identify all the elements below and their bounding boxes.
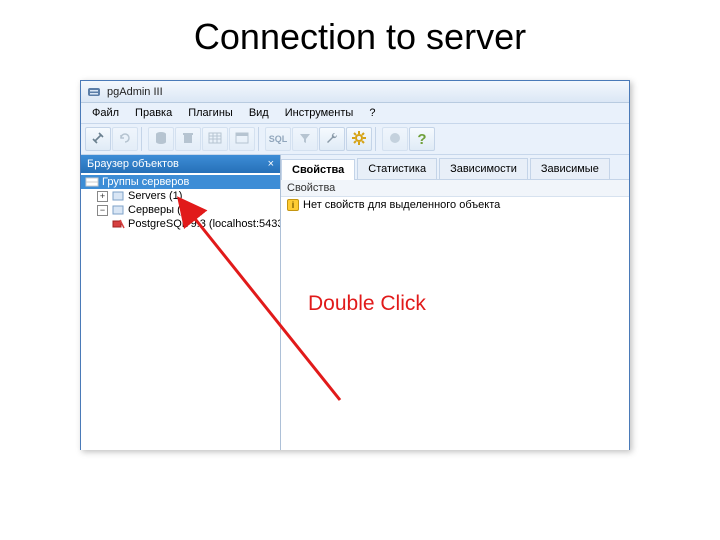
toolbar-separator	[258, 127, 262, 151]
details-tabs: Свойства Статистика Зависимости Зависимы…	[281, 155, 629, 180]
globe-icon	[387, 130, 403, 149]
toolbar: SQL ?	[81, 124, 629, 155]
menu-tools[interactable]: Инструменты	[278, 105, 361, 121]
pgadmin-window: pgAdmin III Файл Правка Плагины Вид Инст…	[80, 80, 630, 450]
toolbar-separator	[141, 127, 145, 151]
menubar: Файл Правка Плагины Вид Инструменты ?	[81, 103, 629, 124]
tab-dependencies[interactable]: Зависимости	[439, 158, 528, 179]
servers-icon	[111, 204, 125, 216]
tool-filter[interactable]	[292, 127, 318, 151]
object-browser-panel: Браузер объектов × Группы серверов +	[81, 155, 281, 450]
tree-root-server-groups[interactable]: Группы серверов	[81, 175, 280, 189]
tree-node-servers-ru[interactable]: − Серверы (1)	[81, 203, 280, 217]
tool-help[interactable]: ?	[409, 127, 435, 151]
panel-title: Браузер объектов	[87, 158, 179, 170]
gear-icon	[351, 130, 367, 149]
tool-globe[interactable]	[382, 127, 408, 151]
tree-label: Группы серверов	[102, 176, 189, 188]
menu-plugins[interactable]: Плагины	[181, 105, 240, 121]
tree-expander[interactable]: +	[97, 191, 108, 202]
app-icon	[87, 85, 101, 99]
server-group-icon	[85, 176, 99, 188]
tree-expander[interactable]: −	[97, 205, 108, 216]
tool-settings[interactable]	[346, 127, 372, 151]
tab-properties[interactable]: Свойства	[281, 159, 355, 180]
properties-empty-row: i Нет свойств для выделенного объекта	[287, 199, 623, 211]
tree-node-servers-en[interactable]: + Servers (1)	[81, 189, 280, 203]
tree-label: Серверы (1)	[128, 204, 191, 216]
wrench-icon	[324, 130, 340, 149]
tree-label: PostgreSQL 9.3 (localhost:5433)	[128, 218, 280, 230]
tab-statistics[interactable]: Статистика	[357, 158, 437, 179]
tool-properties[interactable]	[148, 127, 174, 151]
filter-icon	[297, 130, 313, 149]
properties-column-header: Свойства	[281, 180, 629, 197]
servers-icon	[111, 190, 125, 202]
properties-body: i Нет свойств для выделенного объекта	[281, 197, 629, 450]
panel-close-button[interactable]: ×	[268, 158, 274, 170]
tree-label: Servers (1)	[128, 190, 182, 202]
toolbar-separator	[375, 127, 379, 151]
table-icon	[234, 130, 250, 149]
server-disconnected-icon	[111, 218, 125, 230]
trash-icon	[180, 130, 196, 149]
slide-title: Connection to server	[0, 0, 720, 80]
tool-tool1[interactable]	[319, 127, 345, 151]
titlebar: pgAdmin III	[81, 81, 629, 103]
tree-node-pg-instance[interactable]: PostgreSQL 9.3 (localhost:5433)	[81, 217, 280, 231]
tool-sql[interactable]: SQL	[265, 127, 291, 151]
database-icon	[153, 130, 169, 149]
tool-grid[interactable]	[202, 127, 228, 151]
help-icon: ?	[417, 131, 426, 148]
tool-drop[interactable]	[175, 127, 201, 151]
menu-edit[interactable]: Правка	[128, 105, 179, 121]
menu-help[interactable]: ?	[362, 105, 382, 121]
grid-icon	[207, 130, 223, 149]
plug-icon	[90, 130, 106, 149]
window-title: pgAdmin III	[107, 86, 163, 98]
info-icon: i	[287, 199, 299, 211]
tool-refresh[interactable]	[112, 127, 138, 151]
screenshot-container: pgAdmin III Файл Правка Плагины Вид Инст…	[80, 80, 630, 450]
properties-empty-message: Нет свойств для выделенного объекта	[303, 199, 500, 211]
object-tree: Группы серверов + Servers (1) −	[81, 173, 280, 450]
sql-icon: SQL	[269, 134, 288, 144]
tool-table[interactable]	[229, 127, 255, 151]
tab-dependents[interactable]: Зависимые	[530, 158, 610, 179]
menu-file[interactable]: Файл	[85, 105, 126, 121]
tool-connect[interactable]	[85, 127, 111, 151]
annotation-text: Double Click	[308, 292, 426, 316]
object-browser-header: Браузер объектов ×	[81, 155, 280, 173]
refresh-icon	[117, 130, 133, 149]
menu-view[interactable]: Вид	[242, 105, 276, 121]
